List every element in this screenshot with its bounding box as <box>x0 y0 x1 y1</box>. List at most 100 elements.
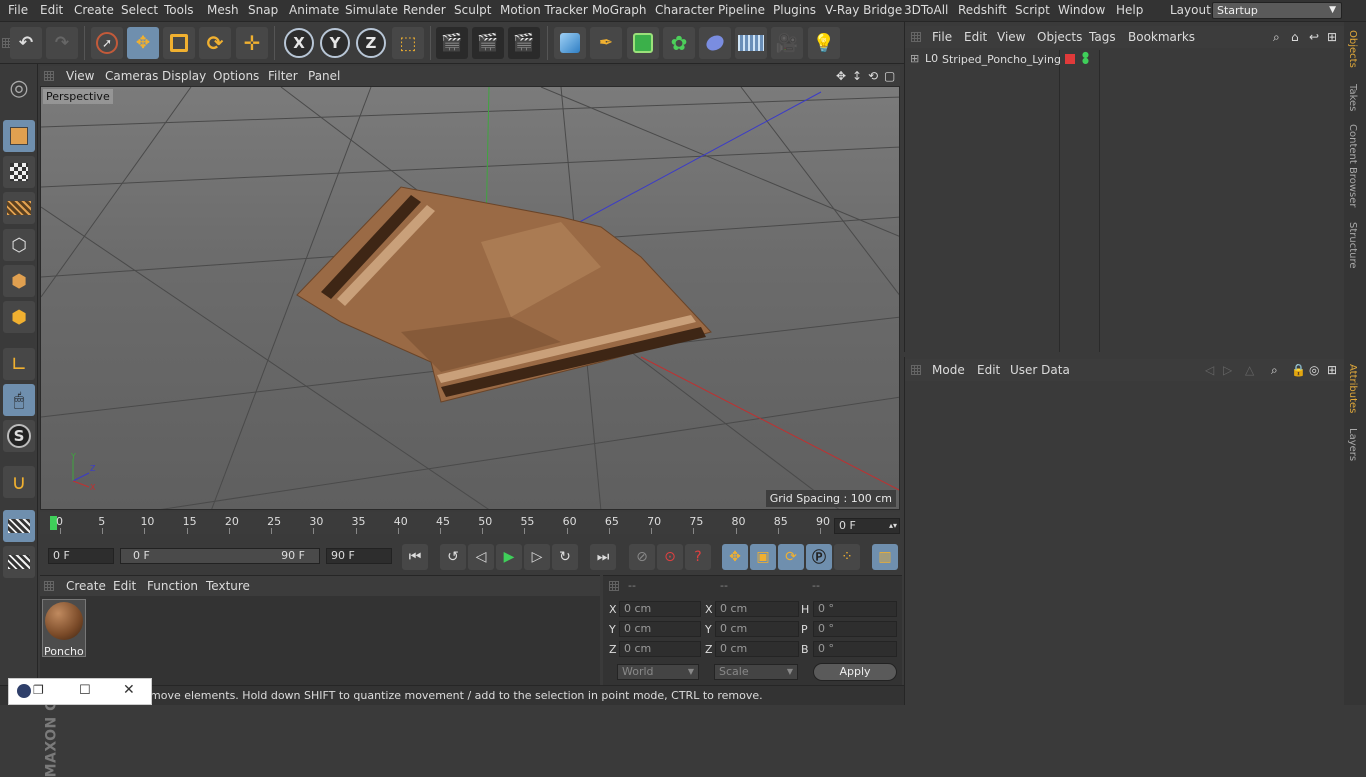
object-menu-objects[interactable]: Objects <box>1037 30 1082 44</box>
new-panel-icon[interactable]: ⊞ <box>1327 30 1337 44</box>
forward-arrow-icon[interactable]: ▷ <box>1223 363 1232 377</box>
layer-color-tag[interactable] <box>1065 54 1075 64</box>
material-menu-edit[interactable]: Edit <box>113 579 136 593</box>
position-z-field[interactable]: 0 cm <box>619 641 701 657</box>
viewport-menu-view[interactable]: View <box>66 69 94 83</box>
search-icon[interactable]: ⌕ <box>1271 363 1278 378</box>
key-position-button[interactable]: ✥ <box>722 544 748 570</box>
undo-button[interactable]: ↶ <box>10 27 42 59</box>
menu-create[interactable]: Create <box>74 3 114 17</box>
rotate-tool-button[interactable]: ⟳ <box>199 27 231 59</box>
menu-plugins[interactable]: Plugins <box>773 3 816 17</box>
perspective-viewport[interactable]: Perspective Y Z X Grid Spacing : 100 cm <box>40 86 900 510</box>
tab-objects[interactable]: Objects <box>1347 30 1358 68</box>
current-frame-field[interactable]: 0 F ▴▾ <box>834 518 900 534</box>
coordinate-mode-select[interactable]: World ▼ <box>617 664 699 680</box>
size-z-field[interactable]: 0 cm <box>715 641 799 657</box>
record-keys-button[interactable]: ⊘ <box>629 544 655 570</box>
apply-button[interactable]: Apply <box>813 663 897 681</box>
camera-label[interactable]: Perspective <box>43 89 113 104</box>
y-axis-lock-button[interactable]: Y <box>320 28 350 58</box>
key-pla-button[interactable]: ⁘ <box>834 544 860 570</box>
timeline-ruler[interactable]: 0 5 10 15 20 25 30 35 40 45 50 55 60 65 70 75 80 85 90 <box>40 512 900 534</box>
render-picture-viewer-button[interactable]: 🎬 <box>472 27 504 59</box>
render-settings-button[interactable]: 🎬 <box>508 27 540 59</box>
light-button[interactable]: 💡 <box>808 27 840 59</box>
viewport-menu-options[interactable]: Options <box>213 69 259 83</box>
attribute-menu-edit[interactable]: Edit <box>977 363 1000 377</box>
menu-select[interactable]: Select <box>121 3 158 17</box>
menu-render[interactable]: Render <box>403 3 446 17</box>
attribute-menu-user-data[interactable]: User Data <box>1010 363 1070 377</box>
cloner-button[interactable]: ✿ <box>663 27 695 59</box>
menu-window[interactable]: Window <box>1058 3 1105 17</box>
back-arrow-icon[interactable]: ◁ <box>1205 363 1214 377</box>
target-icon[interactable]: ◎ <box>1309 363 1319 377</box>
tab-layers[interactable]: Layers <box>1347 428 1358 461</box>
menu-file[interactable]: File <box>8 3 28 17</box>
menu-vray-bridge[interactable]: V-Ray Bridge <box>825 3 902 17</box>
end-frame-field[interactable]: 90 F <box>326 548 392 564</box>
coordinate-system-button[interactable]: ⬚ <box>392 27 424 59</box>
rotation-h-field[interactable]: 0 ° <box>813 601 897 617</box>
pen-spline-button[interactable]: ✒ <box>590 27 622 59</box>
key-parameter-button[interactable]: Ⓟ <box>806 544 832 570</box>
viewport-menu-display[interactable]: Display <box>162 69 206 83</box>
z-axis-lock-button[interactable]: Z <box>356 28 386 58</box>
search-icon[interactable]: ⌕ <box>1273 30 1280 45</box>
menu-animate[interactable]: Animate <box>289 3 339 17</box>
snap-button[interactable]: ∪ <box>3 466 35 498</box>
rotation-b-field[interactable]: 0 ° <box>813 641 897 657</box>
object-menu-file[interactable]: File <box>932 30 952 44</box>
menu-help[interactable]: Help <box>1116 3 1143 17</box>
menu-sculpt[interactable]: Sculpt <box>454 3 491 17</box>
start-frame-field[interactable]: 0 F <box>48 548 114 564</box>
new-panel-icon[interactable]: ⊞ <box>1327 363 1337 377</box>
previous-frame-button[interactable]: ◁ <box>468 544 494 570</box>
size-y-field[interactable]: 0 cm <box>715 621 799 637</box>
play-button[interactable]: ▶ <box>496 544 522 570</box>
axis-mode-button[interactable]: ∟ <box>3 348 35 380</box>
redo-button[interactable]: ↷ <box>46 27 78 59</box>
planar-workplane-button[interactable] <box>3 546 35 578</box>
maximize-icon[interactable]: ☐ <box>79 683 91 698</box>
up-arrow-icon[interactable]: △ <box>1245 363 1254 377</box>
object-row[interactable]: ⊞ L0 Striped_Poncho_Lying ● ● <box>905 51 1345 69</box>
move-tool-button[interactable]: ✥ <box>127 27 159 59</box>
live-selection-button[interactable]: ➚ <box>91 27 123 59</box>
texture-mode-button[interactable] <box>3 156 35 188</box>
viewport-move-icon[interactable]: ✥ <box>836 69 846 83</box>
next-frame-button[interactable]: ▷ <box>524 544 550 570</box>
material-menu-texture[interactable]: Texture <box>206 579 250 593</box>
home-icon[interactable]: ⌂ <box>1291 30 1299 44</box>
previous-keyframe-button[interactable]: ↺ <box>440 544 466 570</box>
camera-button[interactable]: 🎥 <box>771 27 803 59</box>
menu-mograph[interactable]: MoGraph <box>592 3 647 17</box>
viewport-menu-filter[interactable]: Filter <box>268 69 298 83</box>
floor-button[interactable] <box>735 27 767 59</box>
tab-takes[interactable]: Takes <box>1347 84 1358 111</box>
menu-mesh[interactable]: Mesh <box>207 3 239 17</box>
menu-script[interactable]: Script <box>1015 3 1050 17</box>
back-icon[interactable]: ↩ <box>1309 30 1319 44</box>
workplane-mode-button[interactable] <box>3 192 35 224</box>
tab-attributes[interactable]: Attributes <box>1347 364 1358 413</box>
autokey-button[interactable]: ⊙ <box>657 544 683 570</box>
object-menu-tags[interactable]: Tags <box>1089 30 1116 44</box>
make-editable-button[interactable]: ◎ <box>3 72 35 104</box>
position-y-field[interactable]: 0 cm <box>619 621 701 637</box>
x-axis-lock-button[interactable]: X <box>284 28 314 58</box>
key-scale-button[interactable]: ▣ <box>750 544 776 570</box>
timeline-window-button[interactable]: ▥ <box>872 544 898 570</box>
edges-mode-button[interactable]: ⬢ <box>3 265 35 297</box>
tweak-mode-button[interactable]: 🖱 <box>3 384 35 416</box>
close-icon[interactable]: ✕ <box>123 682 135 698</box>
menu-character[interactable]: Character <box>655 3 714 17</box>
object-name[interactable]: Striped_Poncho_Lying <box>942 53 1061 66</box>
render-view-button[interactable]: 🎬 <box>436 27 468 59</box>
poncho-model[interactable] <box>296 186 712 403</box>
attribute-menu-mode[interactable]: Mode <box>932 363 965 377</box>
menu-tools[interactable]: Tools <box>164 3 194 17</box>
polygons-mode-button[interactable]: ⬢ <box>3 301 35 333</box>
object-menu-edit[interactable]: Edit <box>964 30 987 44</box>
